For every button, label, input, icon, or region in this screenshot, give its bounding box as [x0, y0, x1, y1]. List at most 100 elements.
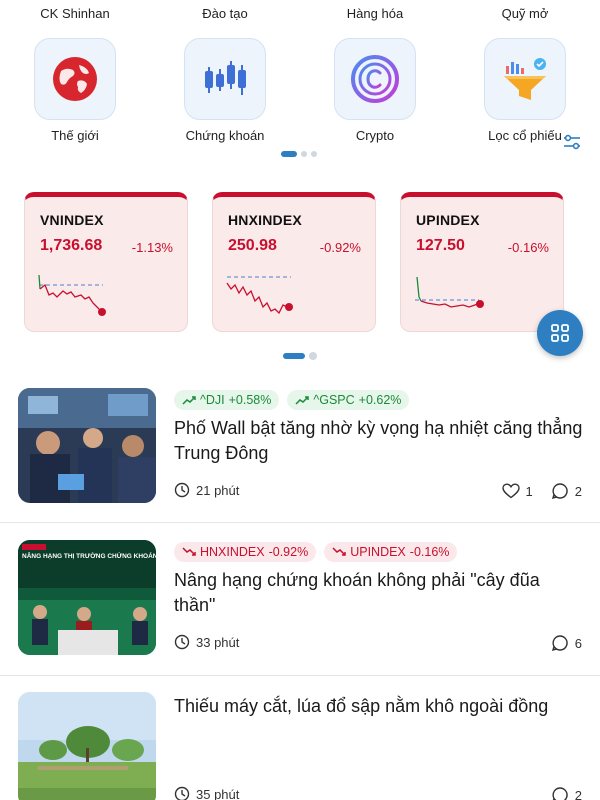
- index-value: 250.98: [228, 237, 277, 254]
- index-card-upindex[interactable]: UPINDEX 127.50 -0.16%: [400, 192, 564, 332]
- ticker-symbol: ^DJI: [200, 393, 225, 407]
- news-time-text: 33 phút: [196, 634, 240, 650]
- ticker-tag[interactable]: ^DJI +0.58%: [174, 390, 280, 410]
- comment-count-text: 2: [574, 483, 582, 499]
- news-item[interactable]: Thiếu máy cắt, lúa đổ sập nằm khô ngoài …: [0, 692, 600, 800]
- news-thumbnail[interactable]: [18, 388, 156, 503]
- index-card-vnindex[interactable]: VNINDEX 1,736.68 -1.13%: [24, 192, 188, 332]
- news-headline[interactable]: Nâng hạng chứng khoán không phải "cây đũ…: [174, 568, 584, 618]
- index-change: -1.13%: [131, 240, 173, 255]
- comment-count-text: 6: [574, 635, 582, 651]
- globe-icon: [53, 57, 97, 101]
- index-value: 127.50: [416, 237, 465, 254]
- banner-text: NÂNG HẠNG THỊ TRƯỜNG CHỨNG KHOÁN: CƠ HỘI…: [22, 551, 156, 560]
- comment-icon: [551, 483, 568, 500]
- news-item[interactable]: NÂNG HẠNG THỊ TRƯỜNG CHỨNG KHOÁN: CƠ HỘI…: [0, 540, 600, 660]
- ticker-change: -0.92%: [268, 545, 309, 559]
- comment-count-text: 2: [574, 787, 582, 800]
- clock-icon: [174, 634, 190, 650]
- news-time: 35 phút: [174, 786, 239, 800]
- grid-view-button[interactable]: [537, 310, 583, 356]
- shortcut-tile[interactable]: [484, 38, 566, 120]
- shortcut-label: Thế giới: [51, 128, 99, 143]
- news-headline[interactable]: Phố Wall bật tăng nhờ kỳ vọng hạ nhiệt c…: [174, 416, 584, 466]
- pager-dot[interactable]: [311, 151, 317, 157]
- ticker-change: +0.62%: [358, 393, 402, 407]
- index-change: -0.16%: [507, 240, 549, 255]
- shortcut-tile[interactable]: [334, 38, 416, 120]
- index-pager[interactable]: [283, 352, 317, 360]
- comment-count[interactable]: 2: [551, 482, 582, 500]
- category-labels-row: CK Shinhan Đào tạo Hàng hóa Quỹ mở: [0, 0, 600, 26]
- news-thumbnail[interactable]: NÂNG HẠNG THỊ TRƯỜNG CHỨNG KHOÁN: CƠ HỘI…: [18, 540, 156, 655]
- shortcut-the-gioi[interactable]: Thế giới: [15, 38, 135, 143]
- shortcut-pager[interactable]: [281, 151, 317, 157]
- ticker-tag[interactable]: UPINDEX -0.16%: [324, 542, 458, 562]
- grid-icon: [551, 324, 569, 342]
- candlestick-icon: [205, 61, 246, 95]
- index-card-hnxindex[interactable]: HNXINDEX 250.98 -0.92%: [212, 192, 376, 332]
- shortcut-chung-khoan[interactable]: Chứng khoán: [165, 38, 285, 143]
- index-sparkline: [226, 276, 293, 315]
- news-time-text: 35 phút: [196, 786, 240, 800]
- ticker-tag[interactable]: HNXINDEX -0.92%: [174, 542, 317, 562]
- index-name: UPINDEX: [416, 212, 480, 228]
- shortcut-crypto[interactable]: Crypto: [315, 38, 435, 143]
- news-time: 21 phút: [174, 482, 239, 498]
- talkshow-banner-image: NÂNG HẠNG THỊ TRƯỜNG CHỨNG KHOÁN: CƠ HỘI…: [18, 540, 156, 655]
- news-divider: [0, 675, 600, 676]
- trading-floor-photo: [18, 388, 156, 503]
- clock-icon: [174, 482, 190, 498]
- comment-icon: [551, 635, 568, 652]
- rice-field-photo: [18, 692, 156, 800]
- news-item[interactable]: ^DJI +0.58% ^GSPC +0.62% Phố Wall bật tă…: [0, 388, 600, 508]
- market-index-cards: VNINDEX 1,736.68 -1.13% HNXINDEX 250.98 …: [0, 192, 600, 334]
- settings-sliders-icon[interactable]: [563, 134, 581, 150]
- stock-filter-funnel-icon: [504, 58, 546, 100]
- comment-count[interactable]: 2: [551, 786, 582, 800]
- pager-dot-active[interactable]: [283, 353, 305, 359]
- ticker-tag[interactable]: ^GSPC +0.62%: [287, 390, 410, 410]
- heart-icon: [501, 483, 520, 499]
- shortcut-label: Chứng khoán: [185, 128, 265, 143]
- crypto-coin-icon: [351, 55, 399, 103]
- trend-down-icon: [332, 547, 346, 556]
- ticker-tags: HNXINDEX -0.92% UPINDEX -0.16%: [174, 542, 458, 562]
- trend-up-icon: [295, 396, 310, 405]
- comment-count[interactable]: 6: [551, 634, 582, 652]
- news-headline[interactable]: Thiếu máy cắt, lúa đổ sập nằm khô ngoài …: [174, 694, 584, 719]
- pager-dot[interactable]: [301, 151, 307, 157]
- pager-dot-active[interactable]: [281, 151, 297, 157]
- shortcut-tile[interactable]: [34, 38, 116, 120]
- index-change: -0.92%: [319, 240, 361, 255]
- ticker-tags: ^DJI +0.58% ^GSPC +0.62%: [174, 390, 410, 410]
- category-ck-shinhan[interactable]: CK Shinhan: [0, 6, 150, 21]
- index-sparkline: [415, 276, 484, 308]
- news-time-text: 21 phút: [196, 482, 240, 498]
- news-stats: 6: [551, 634, 582, 652]
- news-time: 33 phút: [174, 634, 239, 650]
- ticker-symbol: ^GSPC: [313, 393, 355, 407]
- trend-up-icon: [182, 396, 196, 405]
- pager-dot[interactable]: [309, 352, 317, 360]
- shortcut-loc-co-phieu[interactable]: Lọc cổ phiếu: [465, 38, 585, 143]
- trend-down-icon: [182, 547, 196, 556]
- news-thumbnail[interactable]: [18, 692, 156, 800]
- like-count-text: 1: [525, 483, 533, 499]
- news-stats: 1 2: [501, 482, 582, 500]
- comment-icon: [552, 787, 568, 800]
- category-hang-hoa[interactable]: Hàng hóa: [300, 6, 450, 21]
- like-count[interactable]: 1: [501, 483, 533, 499]
- index-sparkline: [38, 274, 106, 316]
- index-name: VNINDEX: [40, 212, 104, 228]
- ticker-change: -0.16%: [409, 545, 450, 559]
- ticker-symbol: UPINDEX: [350, 545, 406, 559]
- index-name: HNXINDEX: [228, 212, 302, 228]
- news-divider: [0, 522, 600, 523]
- shortcut-label: Crypto: [355, 128, 395, 143]
- category-dao-tao[interactable]: Đào tạo: [150, 6, 300, 21]
- shortcut-tile[interactable]: [184, 38, 266, 120]
- category-quy-mo[interactable]: Quỹ mở: [450, 6, 600, 21]
- news-stats: 2: [551, 786, 582, 800]
- clock-icon: [174, 786, 190, 800]
